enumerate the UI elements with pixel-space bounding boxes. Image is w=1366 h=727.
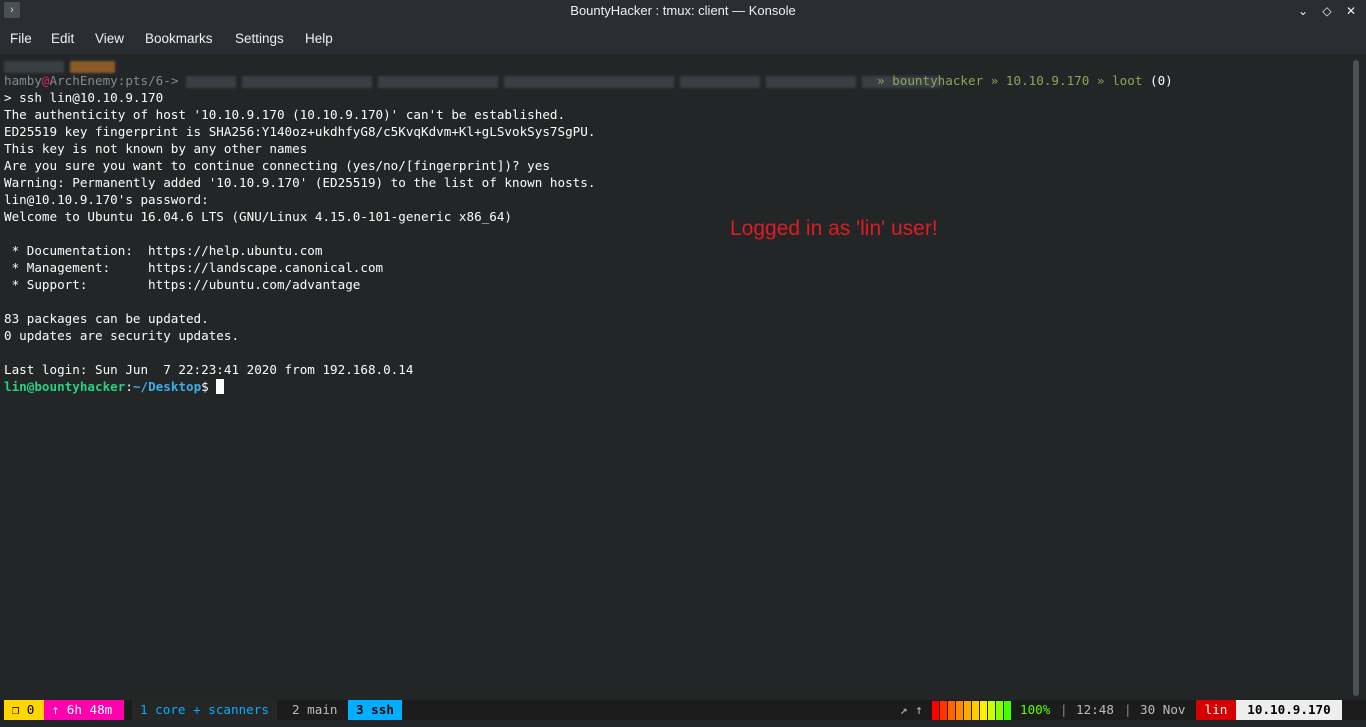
status-ip: 10.10.9.170 [1236, 700, 1342, 720]
window-bottom-edge [0, 720, 1366, 727]
battery-bar-segment [1004, 700, 1011, 721]
minimize-chevron-icon[interactable]: ⌄ [1294, 2, 1312, 20]
terminal-line: 0 updates are security updates. [4, 328, 240, 343]
menu-file[interactable]: File [10, 31, 32, 46]
menu-bookmarks[interactable]: Bookmarks [145, 31, 213, 46]
terminal-line: Welcome to Ubuntu 16.04.6 LTS (GNU/Linux… [4, 209, 512, 224]
battery-bar-segment [964, 700, 971, 721]
path-segment: » 10.10.9.170 [990, 73, 1090, 88]
tmux-window-2[interactable]: 2 main [284, 700, 346, 720]
terminal-scrollbar[interactable] [1346, 54, 1366, 700]
terminal-line: Warning: Permanently added '10.10.9.170'… [4, 175, 596, 190]
session-icon: ❐ [11, 702, 20, 717]
battery-bar-segment [932, 700, 939, 721]
terminal-line: The authenticity of host '10.10.9.170 (1… [4, 107, 566, 122]
terminal-line: Are you sure you want to continue connec… [4, 158, 550, 173]
net-arrows: ↗ ↑ [900, 702, 923, 717]
menu-settings[interactable]: Settings [235, 31, 284, 46]
status-separator: | [1124, 702, 1132, 717]
session-count: 0 [26, 702, 35, 717]
terminal-line: 83 packages can be updated. [4, 311, 209, 326]
battery-bar-segment [988, 700, 995, 721]
uptime-badge: ↑ 6h 48m [44, 700, 124, 720]
terminal-line: Last login: Sun Jun 7 22:23:41 2020 from… [4, 362, 414, 377]
battery-percent: 100% [1020, 702, 1051, 717]
prompt-at: @ [41, 73, 50, 88]
tmux-window-3-active[interactable]: 3 ssh [348, 700, 402, 720]
status-separator: | [1060, 702, 1068, 717]
battery-bar-segment [980, 700, 987, 721]
menu-bar: File Edit View Bookmarks Settings Help [0, 22, 1366, 54]
scrollbar-thumb[interactable] [1353, 60, 1359, 696]
shell-prompt-line: hamby@ArchEnemy:pts/6-> [4, 72, 948, 89]
maximize-diamond-icon[interactable]: ◇ [1318, 2, 1336, 20]
tmux-status-bar: ❐ 0 ↑ 6h 48m 1 core + scanners 2 main 3 … [0, 700, 1366, 721]
terminal-line: lin@10.10.9.170's password: [4, 192, 209, 207]
terminal-line: This key is not known by any other names [4, 141, 308, 156]
prompt-user: hamby [4, 73, 42, 88]
terminal-area[interactable]: hamby@ArchEnemy:pts/6-> » bountyhacker »… [0, 54, 1346, 700]
menu-help[interactable]: Help [305, 31, 333, 46]
status-user: lin [1196, 700, 1236, 720]
battery-bar-segment [948, 700, 955, 721]
tmux-window-1[interactable]: 1 core + scanners [132, 700, 277, 720]
terminal-line: * Management: https://landscape.canonica… [4, 260, 384, 275]
menu-edit[interactable]: Edit [51, 31, 74, 46]
battery-bar-segment [972, 700, 979, 721]
prompt-host: ArchEnemy [49, 73, 118, 88]
prompt-tty: :pts/6-> [117, 73, 179, 88]
path-segment: » loot [1096, 73, 1143, 88]
terminal-line: * Documentation: https://help.ubuntu.com [4, 243, 323, 258]
terminal-line: ED25519 key fingerprint is SHA256:Y140oz… [4, 124, 596, 139]
clock-date: 30 Nov [1140, 702, 1186, 717]
remote-prompt-path: ~/Desktop [132, 379, 202, 394]
title-bar: › BountyHacker : tmux: client — Konsole … [0, 0, 1366, 22]
path-count: (0) [1150, 73, 1173, 88]
session-badge: ❐ 0 [4, 700, 44, 720]
terminal-line: > ssh lin@10.10.9.170 [4, 90, 164, 105]
remote-prompt-dollar: $ [201, 379, 217, 394]
close-icon[interactable]: ✕ [1342, 2, 1360, 20]
annotation-text: Logged in as 'lin' user! [730, 217, 938, 240]
menu-view[interactable]: View [95, 31, 124, 46]
remote-prompt-user: lin@bountyhacker [4, 379, 126, 394]
remote-prompt-sep: : [125, 379, 133, 394]
remote-prompt-line: lin@bountyhacker:~/Desktop$ [4, 378, 225, 395]
battery-bar-segment [996, 700, 1003, 721]
clock-time: 12:48 [1076, 702, 1114, 717]
battery-bar-segment [940, 700, 947, 721]
battery-bar-segment [956, 700, 963, 721]
path-breadcrumb: » bountyhacker » 10.10.9.170 » loot (0) [877, 72, 1173, 89]
battery-meter [932, 700, 1012, 721]
terminal-cursor [216, 379, 225, 394]
terminal-line: * Support: https://ubuntu.com/advantage [4, 277, 361, 292]
path-segment: » bountyhacker [877, 73, 984, 88]
window-title: BountyHacker : tmux: client — Konsole [570, 3, 796, 18]
